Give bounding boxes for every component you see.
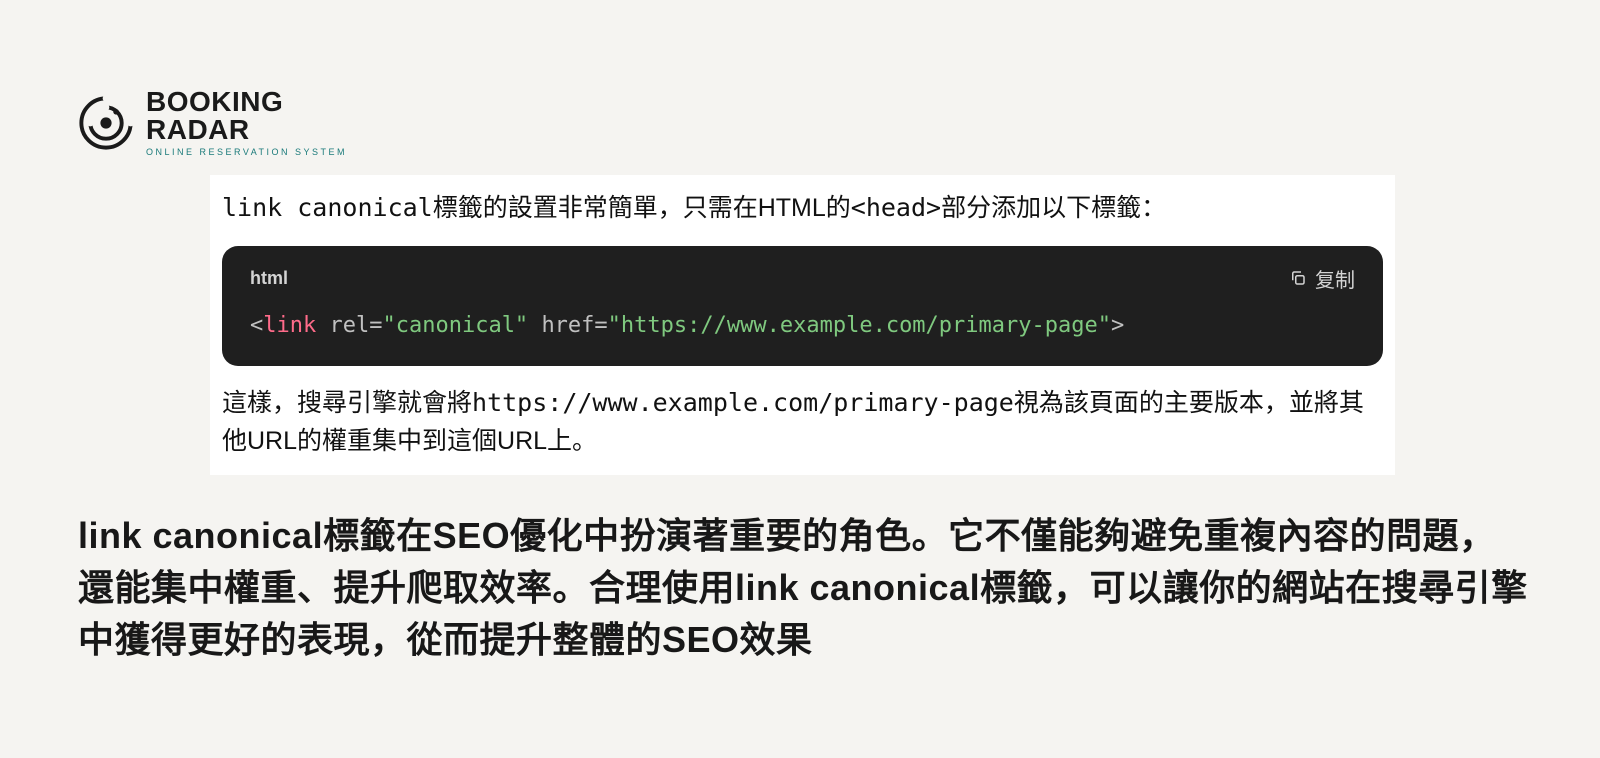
intro-text-suffix: 部分添加以下標籤： <box>941 194 1166 222</box>
code-content: <link rel="canonical" href="https://www.… <box>222 307 1383 366</box>
copy-label: 复制 <box>1315 264 1355 293</box>
outro-prefix: 這樣，搜尋引擎就會將 <box>222 389 472 417</box>
code-block: html 复制 <link rel="canonical" href="http… <box>222 246 1383 366</box>
outro-paragraph: 這樣，搜尋引擎就會將https://www.example.com/primar… <box>222 384 1383 462</box>
logo-icon <box>78 95 134 151</box>
code-header: html 复制 <box>222 246 1383 307</box>
intro-head-tag: <head> <box>851 193 941 222</box>
copy-button[interactable]: 复制 <box>1289 264 1355 293</box>
logo: BOOKING RADAR ONLINE RESERVATION SYSTEM <box>78 88 347 157</box>
logo-text-line1: BOOKING <box>146 88 347 116</box>
outro-url: https://www.example.com/primary-page <box>472 388 1014 417</box>
intro-code-term: link canonical <box>222 193 433 222</box>
code-lang-label: html <box>250 268 288 289</box>
summary-paragraph: link canonical標籤在SEO優化中扮演著重要的角色。它不僅能夠避免重… <box>78 510 1528 667</box>
copy-icon <box>1289 269 1307 287</box>
intro-text-mid: 標籤的設置非常簡單，只需在HTML的 <box>433 194 851 222</box>
logo-text-line2: RADAR <box>146 116 347 144</box>
logo-tagline: ONLINE RESERVATION SYSTEM <box>146 148 347 157</box>
article-card: link canonical標籤的設置非常簡單，只需在HTML的<head>部分… <box>210 175 1395 475</box>
intro-paragraph: link canonical標籤的設置非常簡單，只需在HTML的<head>部分… <box>222 189 1383 228</box>
